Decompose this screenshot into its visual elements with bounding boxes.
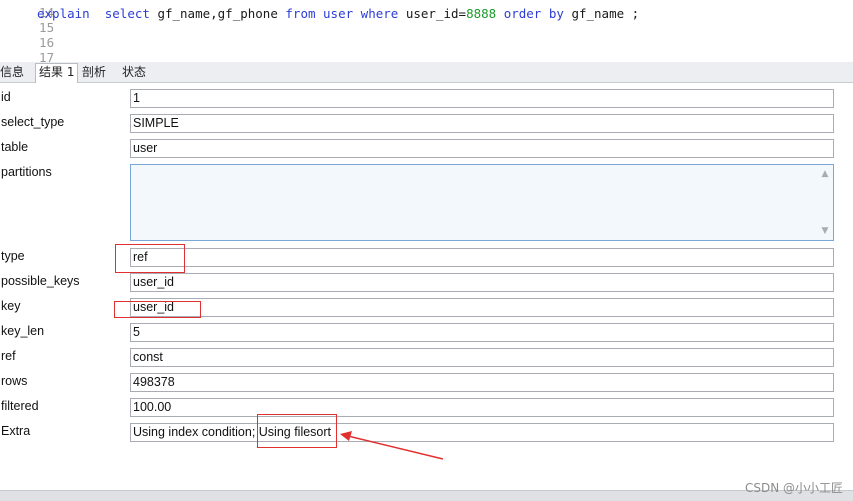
editor-line: 15 explain select gf_name,gf_phone from … (0, 7, 639, 35)
annotation-arrow-icon (340, 431, 444, 460)
field-label-possible-keys: possible_keys (1, 274, 80, 288)
field-value-key[interactable]: user_id (130, 298, 834, 317)
field-value-possible-keys[interactable]: user_id (130, 273, 834, 292)
field-label-partitions: partitions (1, 165, 52, 179)
sql-editor[interactable]: 14 15 explain select gf_name,gf_phone fr… (0, 0, 853, 62)
annotation-box-key (114, 301, 201, 318)
field-value-extra[interactable]: Using index condition; Using filesort (130, 423, 834, 442)
field-label-type: type (1, 249, 25, 263)
field-label-id: id (1, 90, 11, 104)
field-label-key-len: key_len (1, 324, 45, 338)
annotation-box-type (115, 244, 185, 273)
field-label-filtered: filtered (1, 399, 39, 413)
field-value-table[interactable]: user (130, 139, 834, 158)
tab-status[interactable]: 状态 (119, 64, 149, 81)
keyword-select: select (104, 6, 150, 21)
field-value-ref[interactable]: const (130, 348, 834, 367)
textarea-scrollbar[interactable]: ▲ ▼ (817, 165, 833, 240)
watermark: CSDN @小小工匠 (744, 481, 843, 495)
field-value-filtered[interactable]: 100.00 (130, 398, 834, 417)
field-label-table: table (1, 140, 29, 154)
field-value-select-type[interactable]: SIMPLE (130, 114, 834, 133)
tab-result-1[interactable]: 结果 1 (35, 63, 79, 83)
query-order-column: gf_name ; (571, 6, 640, 21)
field-value-key-len[interactable]: 5 (130, 323, 834, 342)
field-label-select-type: select_type (1, 115, 65, 129)
line-number: 17 (39, 50, 55, 63)
query-value: 8888 (466, 6, 497, 21)
editor-line: 16 (0, 22, 54, 50)
sql-query[interactable]: explain select gf_name,gf_phone from use… (37, 7, 639, 21)
scroll-up-icon[interactable]: ▲ (820, 169, 830, 179)
field-label-extra: Extra (1, 424, 31, 438)
field-value-id[interactable]: 1 (130, 89, 834, 108)
field-value-type[interactable]: ref (130, 248, 834, 267)
keyword-where: where (360, 6, 399, 21)
query-table: user (323, 6, 354, 21)
field-label-key: key (1, 299, 21, 313)
result-tab-bar: 信息 结果 1 剖析 状态 (0, 62, 853, 83)
field-label-rows: rows (1, 374, 28, 388)
field-label-ref: ref (1, 349, 16, 363)
query-condition: user_id= (405, 6, 467, 21)
annotation-box-filesort (257, 414, 337, 448)
field-value-rows[interactable]: 498378 (130, 373, 834, 392)
field-value-partitions[interactable]: ▲ ▼ (130, 164, 834, 241)
keyword-from: from (285, 6, 316, 21)
editor-line: 17 (0, 37, 54, 63)
status-bar (0, 490, 853, 501)
keyword-order-by: order by (503, 6, 564, 21)
tab-profile[interactable]: 剖析 (79, 64, 109, 81)
query-columns: gf_name,gf_phone (157, 6, 278, 21)
scroll-down-icon[interactable]: ▼ (820, 226, 830, 236)
tab-info[interactable]: 信息 (0, 64, 27, 81)
keyword-explain: explain (37, 6, 90, 21)
